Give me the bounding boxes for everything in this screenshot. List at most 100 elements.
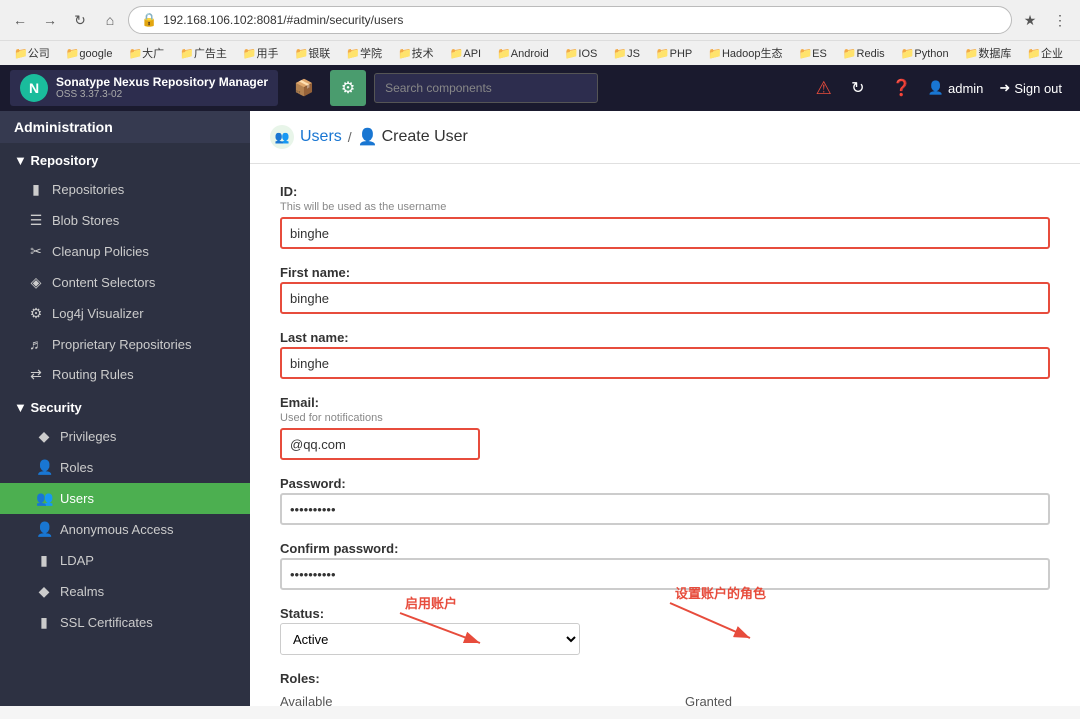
sidebar-item-realms[interactable]: ◆ Realms (0, 576, 250, 607)
bookmark-php[interactable]: 📁PHP (650, 45, 698, 62)
create-user-form: ID: This will be used as the username Fi… (250, 164, 1080, 706)
repository-section-header[interactable]: ▼ Repository (0, 143, 250, 174)
bookmark-api[interactable]: 📁API (444, 45, 487, 62)
granted-header: Granted (685, 694, 1050, 706)
firstname-label: First name: (280, 265, 1050, 280)
sign-out-button[interactable]: ➜ Sign out (991, 76, 1070, 100)
app-logo: N Sonatype Nexus Repository Manager OSS … (10, 70, 278, 106)
bookmark-xueyuan[interactable]: 📁学院 (340, 43, 388, 63)
firstname-input[interactable] (280, 282, 1050, 314)
sidebar-item-blob-stores[interactable]: ☰ Blob Stores (0, 205, 250, 236)
breadcrumb-users-link[interactable]: Users (300, 128, 342, 146)
status-field-group: Status: Active Disabled 启 (280, 606, 1050, 655)
help-button[interactable]: ❓ (884, 70, 920, 106)
id-field-group: ID: This will be used as the username (280, 184, 1050, 249)
extensions-button[interactable]: ★ (1018, 8, 1042, 32)
bookmark-qiye[interactable]: 📁企业 (1021, 43, 1069, 63)
svg-text:设置账户的角色: 设置账户的角色 (675, 586, 766, 601)
browser-chrome: ← → ↻ ⌂ 🔒 192.168.106.102:8081/#admin/se… (0, 0, 1080, 65)
bookmark-gongsi[interactable]: 📁公司 (8, 43, 56, 63)
roles-columns: Available ▿ nx-anonymous > < (280, 694, 1050, 706)
bookmark-jishu[interactable]: 📁技术 (392, 43, 440, 63)
breadcrumb-separator: / (348, 129, 352, 145)
email-field-group: Email: Used for notifications (280, 395, 1050, 460)
roles-icon: 👤 (36, 459, 52, 476)
sidebar-item-privileges[interactable]: ◆ Privileges (0, 421, 250, 452)
packages-button[interactable]: 📦 (286, 70, 322, 106)
bookmark-google[interactable]: 📁google (60, 45, 119, 62)
repositories-label: Repositories (52, 182, 124, 197)
username: admin (948, 81, 983, 96)
bookmark-ios[interactable]: 📁IOS (559, 45, 604, 62)
bookmark-android[interactable]: 📁Android (491, 45, 555, 62)
id-hint: This will be used as the username (280, 201, 1050, 213)
sidebar: Administration ▼ Repository ▮ Repositori… (0, 111, 250, 706)
privileges-icon: ◆ (36, 428, 52, 445)
bookmark-daguang[interactable]: 📁大广 (122, 43, 170, 63)
sidebar-item-ldap[interactable]: ▮ LDAP (0, 545, 250, 576)
bookmark-shujuku[interactable]: 📁数据库 (959, 43, 1018, 63)
bookmark-hadoop[interactable]: 📁Hadoop生态 (702, 43, 788, 63)
realms-icon: ◆ (36, 583, 52, 600)
bookmark-es[interactable]: 📁ES (792, 45, 832, 62)
search-input[interactable] (374, 73, 598, 103)
browser-toolbar: ← → ↻ ⌂ 🔒 192.168.106.102:8081/#admin/se… (0, 0, 1080, 40)
sidebar-item-cleanup-policies[interactable]: ✂ Cleanup Policies (0, 236, 250, 267)
sidebar-item-users[interactable]: 👥 Users (0, 483, 250, 514)
home-button[interactable]: ⌂ (98, 8, 122, 32)
email-label: Email: (280, 395, 1050, 410)
content-selectors-icon: ◈ (28, 274, 44, 291)
bookmark-redis[interactable]: 📁Redis (837, 45, 891, 62)
bookmark-guanggaozhu[interactable]: 📁广告主 (174, 43, 233, 63)
id-label: ID: (280, 184, 1050, 199)
sidebar-item-content-selectors[interactable]: ◈ Content Selectors (0, 267, 250, 298)
bookmark-python[interactable]: 📁Python (895, 45, 955, 62)
bookmark-ceshi[interactable]: 📁测试 (1073, 43, 1080, 63)
bookmark-js[interactable]: 📁JS (607, 45, 646, 62)
app-title: Sonatype Nexus Repository Manager (56, 75, 268, 89)
user-icon: 👤 (928, 80, 944, 96)
app-subtitle: OSS 3.37.3-02 (56, 89, 268, 101)
sign-out-label: Sign out (1014, 81, 1062, 96)
sidebar-item-log4j[interactable]: ⚙ Log4j Visualizer (0, 298, 250, 329)
logo-icon: N (20, 74, 48, 102)
bookmark-yongshou[interactable]: 📁用手 (237, 43, 285, 63)
ldap-icon: ▮ (36, 552, 52, 569)
email-input[interactable] (280, 428, 480, 460)
granted-roles-col: Granted nx-admin (685, 694, 1050, 706)
id-input[interactable] (280, 217, 1050, 249)
svg-text:启用账户: 启用账户 (405, 596, 457, 611)
admin-header: Administration (0, 111, 250, 143)
available-header: Available (280, 694, 645, 706)
security-section-header[interactable]: ▼ Security (0, 390, 250, 421)
refresh-app-button[interactable]: ↻ (840, 70, 876, 106)
breadcrumb: 👥 Users / 👤 Create User (270, 125, 468, 149)
cleanup-label: Cleanup Policies (52, 244, 149, 259)
set-role-annotation: 设置账户的角色 (660, 583, 880, 653)
bookmark-yinlian[interactable]: 📁银联 (289, 43, 337, 63)
privileges-label: Privileges (60, 429, 116, 444)
ssl-icon: ▮ (36, 614, 52, 631)
routing-icon: ⇄ (28, 366, 44, 383)
sidebar-item-roles[interactable]: 👤 Roles (0, 452, 250, 483)
sidebar-item-routing-rules[interactable]: ⇄ Routing Rules (0, 359, 250, 390)
sidebar-item-repositories[interactable]: ▮ Repositories (0, 174, 250, 205)
settings-button[interactable]: ⚙ (330, 70, 366, 106)
refresh-button[interactable]: ↻ (68, 8, 92, 32)
more-button[interactable]: ⋮ (1048, 8, 1072, 32)
bookmarks-bar: 📁公司 📁google 📁大广 📁广告主 📁用手 📁银联 📁学院 📁技术 📁AP… (0, 40, 1080, 65)
blob-stores-icon: ☰ (28, 212, 44, 229)
log4j-label: Log4j Visualizer (52, 306, 144, 321)
sidebar-item-proprietary-repos[interactable]: ♬ Proprietary Repositories (0, 329, 250, 359)
proprietary-icon: ♬ (28, 336, 44, 352)
sidebar-item-anonymous-access[interactable]: 👤 Anonymous Access (0, 514, 250, 545)
forward-button[interactable]: → (38, 8, 62, 32)
anonymous-label: Anonymous Access (60, 522, 173, 537)
lastname-input[interactable] (280, 347, 1050, 379)
password-input[interactable] (280, 493, 1050, 525)
proprietary-label: Proprietary Repositories (52, 337, 191, 352)
content-area: 👥 Users / 👤 Create User ID: This will be… (250, 111, 1080, 706)
back-button[interactable]: ← (8, 8, 32, 32)
sidebar-item-ssl-certificates[interactable]: ▮ SSL Certificates (0, 607, 250, 638)
repositories-icon: ▮ (28, 181, 44, 198)
